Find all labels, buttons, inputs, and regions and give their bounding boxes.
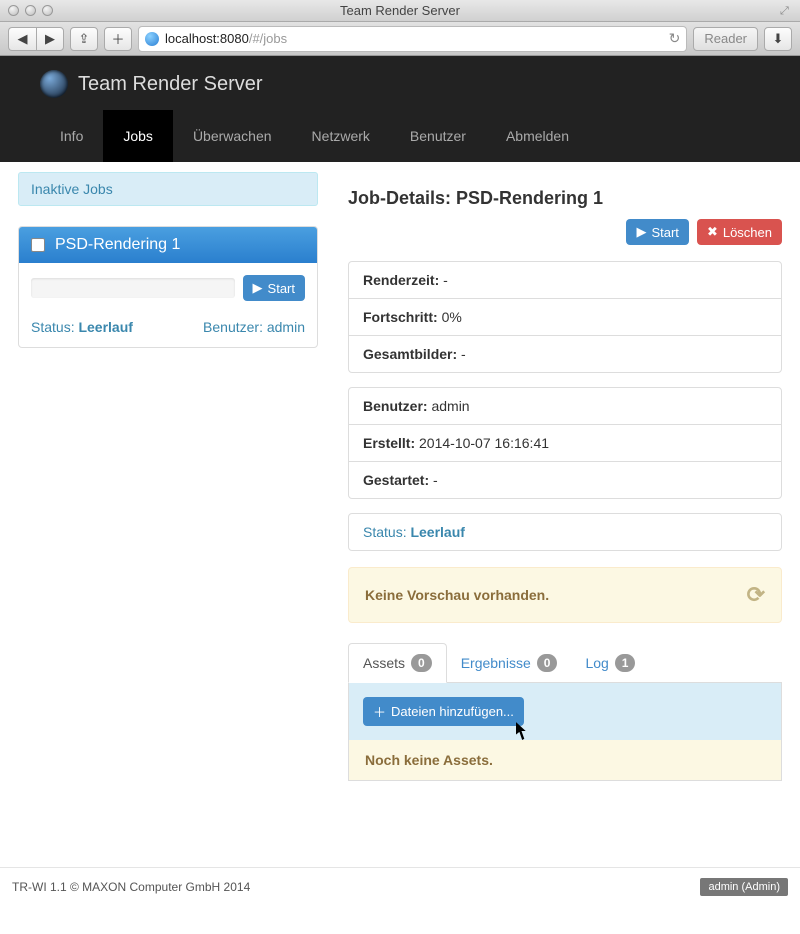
nav-monitor[interactable]: Überwachen (173, 110, 292, 162)
job-status: Status: Leerlauf (31, 319, 133, 335)
play-icon: ▶ (636, 224, 646, 240)
mac-titlebar: Team Render Server ⤢ (0, 0, 800, 22)
address-bar[interactable]: localhost:8080 /#/jobs ↻ (138, 26, 687, 52)
globe-icon (145, 32, 159, 46)
browser-toolbar: ◀ ▶ ⇪ ＋ localhost:8080 /#/jobs ↻ Reader … (0, 22, 800, 56)
share-button[interactable]: ⇪ (70, 27, 98, 51)
progress-bar (31, 278, 235, 298)
row-renderzeit: Renderzeit: - (349, 262, 781, 299)
back-button[interactable]: ◀ (8, 27, 36, 51)
details-panel: Job-Details: PSD-Rendering 1 ▶ Start ✖ L… (348, 172, 782, 797)
page-body: Inaktive Jobs PSD-Rendering 1 ▶ Start St… (0, 162, 800, 817)
tab-results[interactable]: Ergebnisse 0 (447, 643, 572, 682)
job-start-label: Start (268, 281, 295, 296)
tab-assets[interactable]: Assets 0 (348, 643, 447, 683)
job-user: Benutzer: admin (203, 319, 305, 335)
details-title: Job-Details: PSD-Rendering 1 (348, 188, 782, 209)
forward-button[interactable]: ▶ (36, 27, 64, 51)
downloads-button[interactable]: ⬇ (764, 27, 792, 51)
add-button[interactable]: ＋ (104, 27, 132, 51)
app-header: Team Render Server Info Jobs Überwachen … (0, 56, 800, 162)
app-brand: Team Render Server (0, 70, 800, 98)
row-fortschritt: Fortschritt: 0% (349, 299, 781, 336)
job-start-button[interactable]: ▶ Start (243, 275, 305, 301)
window-title: Team Render Server (0, 3, 800, 18)
brand-icon (40, 70, 68, 98)
meta-info-box: Benutzer: admin Erstellt: 2014-10-07 16:… (348, 387, 782, 499)
status-box: Status: Leerlauf (348, 513, 782, 551)
tab-log[interactable]: Log 1 (571, 643, 649, 682)
add-files-button[interactable]: ＋ Dateien hinzufügen... (363, 697, 524, 726)
url-host: localhost:8080 (165, 31, 249, 46)
refresh-icon[interactable]: ⟳ (747, 582, 765, 608)
job-checkbox[interactable] (31, 238, 45, 252)
nav-users[interactable]: Benutzer (390, 110, 486, 162)
delete-icon: ✖ (707, 224, 718, 240)
upload-area: ＋ Dateien hinzufügen... (349, 683, 781, 740)
no-preview-label: Keine Vorschau vorhanden. (365, 587, 549, 603)
nav-network[interactable]: Netzwerk (292, 110, 390, 162)
row-gestartet: Gestartet: - (349, 462, 781, 498)
assets-pane: ＋ Dateien hinzufügen... Noch keine Asset… (348, 683, 782, 781)
nav-info[interactable]: Info (40, 110, 103, 162)
url-path: /#/jobs (249, 31, 287, 46)
nav-logout[interactable]: Abmelden (486, 110, 589, 162)
job-card-header[interactable]: PSD-Rendering 1 (19, 227, 317, 263)
inactive-jobs-bar[interactable]: Inaktive Jobs (18, 172, 318, 206)
details-tabs: Assets 0 Ergebnisse 0 Log 1 (348, 643, 782, 683)
row-benutzer: Benutzer: admin (349, 388, 781, 425)
main-nav: Info Jobs Überwachen Netzwerk Benutzer A… (0, 110, 800, 162)
no-assets-msg: Noch keine Assets. (349, 740, 781, 780)
row-erstellt: Erstellt: 2014-10-07 16:16:41 (349, 425, 781, 462)
render-info-box: Renderzeit: - Fortschritt: 0% Gesamtbild… (348, 261, 782, 373)
play-icon: ▶ (253, 280, 263, 296)
details-delete-button[interactable]: ✖ Löschen (697, 219, 782, 245)
sidebar: Inaktive Jobs PSD-Rendering 1 ▶ Start St… (18, 172, 318, 797)
reload-icon[interactable]: ↻ (669, 30, 681, 47)
details-start-button[interactable]: ▶ Start (626, 219, 688, 245)
plus-icon: ＋ (373, 702, 386, 721)
page-footer: TR-WI 1.1 © MAXON Computer GmbH 2014 adm… (0, 867, 800, 906)
row-gesamtbilder: Gesamtbilder: - (349, 336, 781, 372)
job-title: PSD-Rendering 1 (55, 236, 180, 254)
brand-title: Team Render Server (78, 73, 263, 96)
no-preview-box: Keine Vorschau vorhanden. ⟳ (348, 567, 782, 623)
user-badge[interactable]: admin (Admin) (700, 878, 788, 896)
job-card: PSD-Rendering 1 ▶ Start Status: Leerlauf… (18, 226, 318, 348)
reader-button[interactable]: Reader (693, 27, 758, 51)
copyright: TR-WI 1.1 © MAXON Computer GmbH 2014 (12, 880, 250, 894)
nav-jobs[interactable]: Jobs (103, 110, 173, 162)
